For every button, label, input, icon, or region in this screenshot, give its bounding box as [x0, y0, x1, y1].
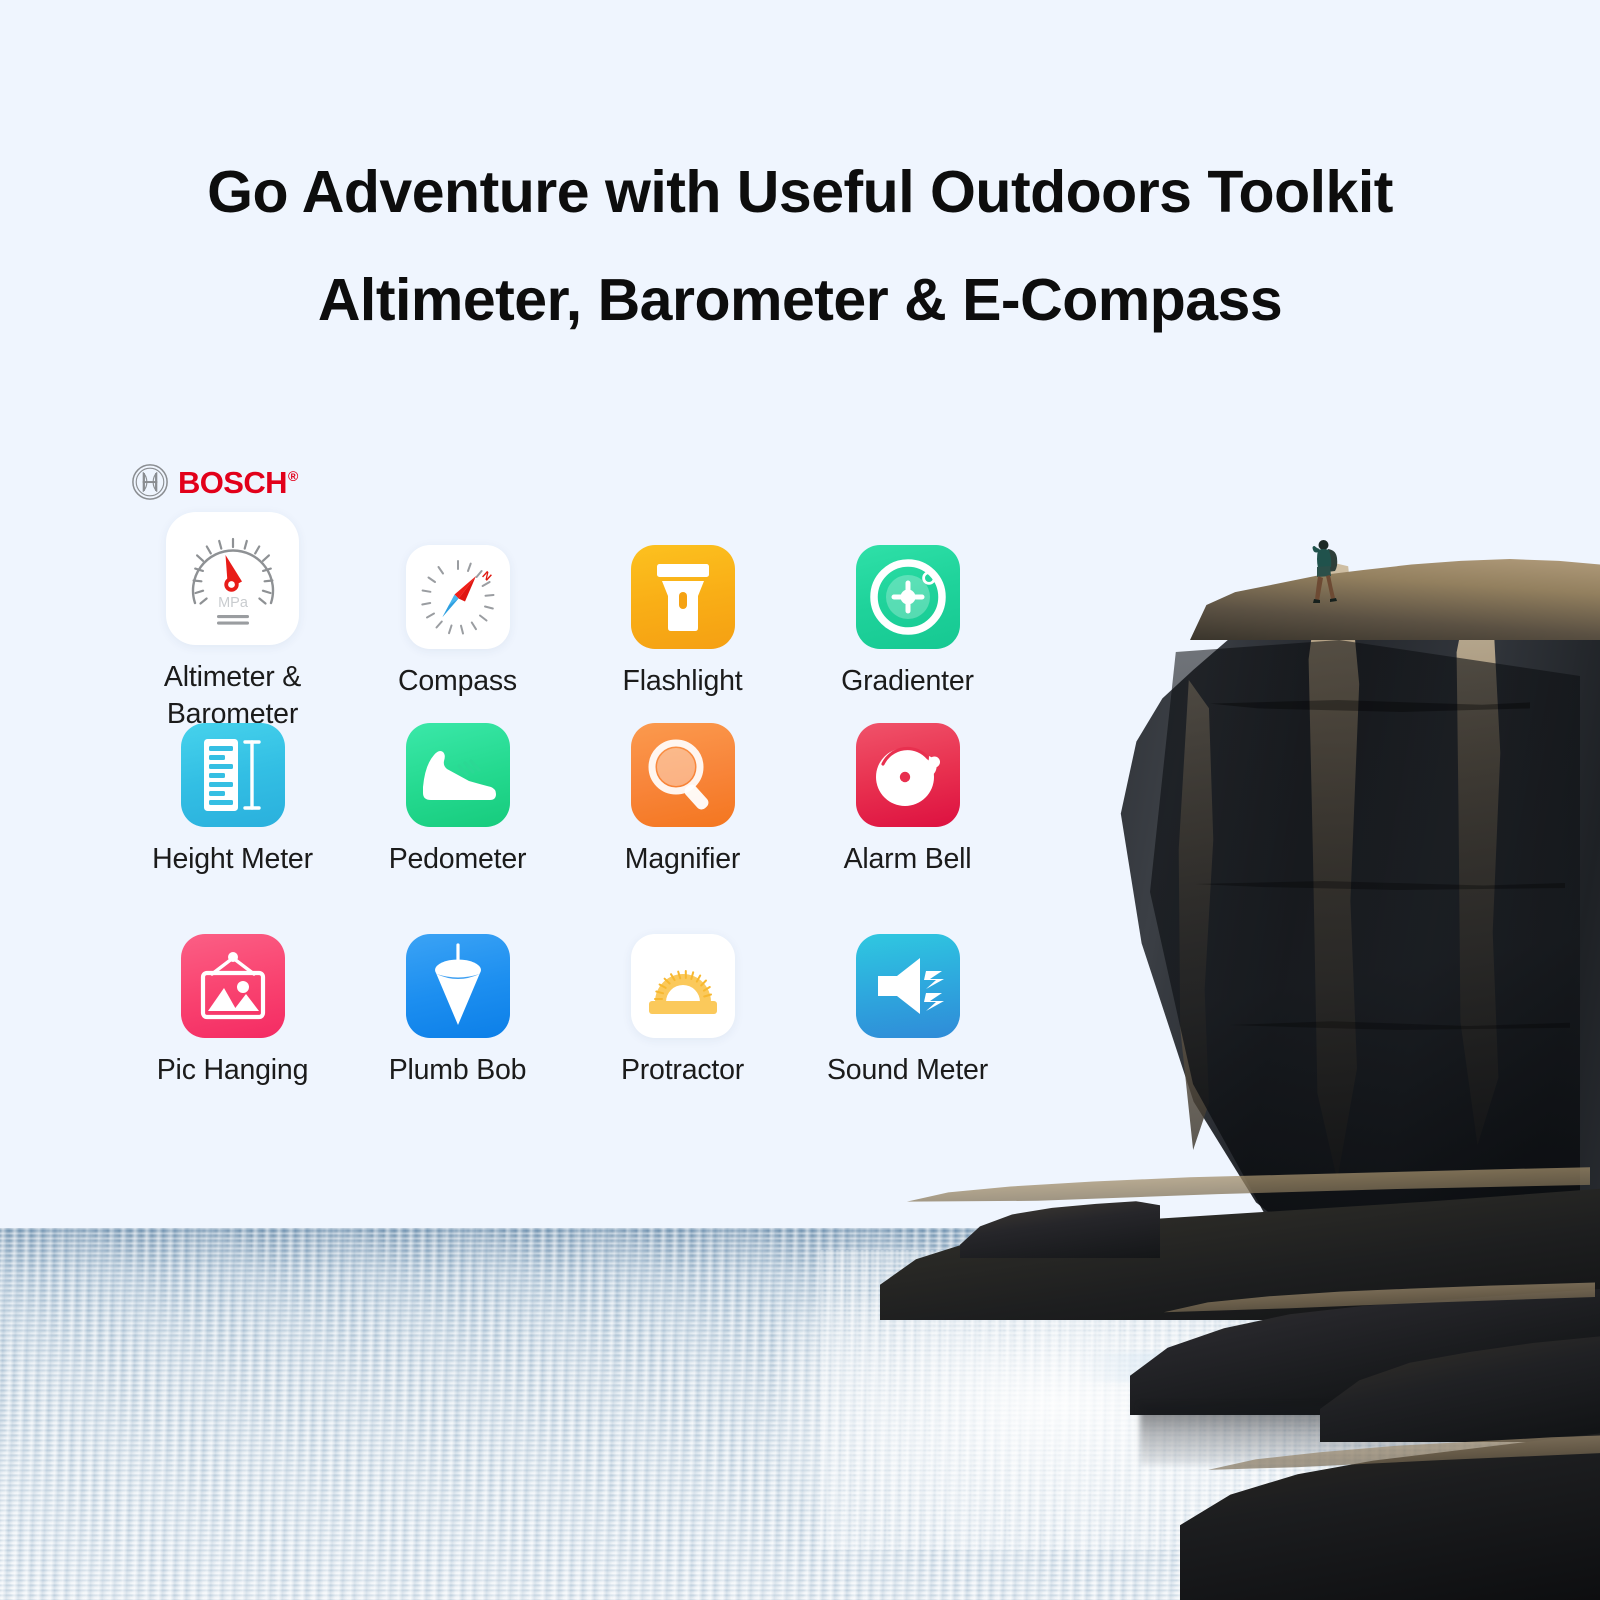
app-row: Pic Hanging Plumb Bob Protractor Sound M…	[120, 934, 1020, 1145]
app-cell-alarm-bell[interactable]: Alarm Bell	[795, 723, 1020, 878]
cliff-crack	[1210, 700, 1530, 712]
app-label: Compass	[398, 665, 517, 697]
water-speckle	[820, 1250, 1520, 1550]
title-line-1: Go Adventure with Useful Outdoors Toolki…	[207, 159, 1393, 225]
cliff-top-rim	[1190, 559, 1600, 640]
app-cell-compass[interactable]: N Compass	[345, 512, 570, 700]
plumb-bob-icon	[434, 943, 481, 1025]
alarm-bell-icon	[875, 746, 940, 806]
app-label: Alarm Bell	[843, 843, 972, 875]
app-tile[interactable]	[855, 545, 960, 649]
gauge-barometer-icon: MPa	[191, 537, 274, 625]
ocean-water	[0, 1228, 1600, 1600]
app-label: Magnifier	[624, 843, 741, 875]
foreground-rock-small	[1320, 1336, 1600, 1442]
app-label: Pedometer	[388, 843, 527, 875]
compass-icon: N	[420, 560, 494, 635]
cliff-crack	[1195, 881, 1565, 890]
app-cell-gradienter[interactable]: Gradienter	[795, 512, 1020, 700]
app-tile[interactable]	[180, 723, 285, 827]
app-tile[interactable]	[630, 723, 735, 827]
app-label: Sound Meter	[827, 1054, 988, 1086]
app-cell-protractor[interactable]: Protractor	[570, 934, 795, 1089]
title-line-2: Altimeter, Barometer & E-Compass	[317, 267, 1283, 333]
app-cell-pedometer[interactable]: Pedometer	[345, 723, 570, 878]
picture-frame-hanging-icon	[200, 952, 265, 1020]
app-cell-magnifier[interactable]: Magnifier	[570, 723, 795, 878]
cliff-shadow	[1150, 640, 1580, 1240]
bosch-armature-icon	[132, 464, 168, 500]
app-row: MPa Altimeter & Barometer N Compass Flas…	[120, 512, 1020, 730]
rock-water-reflection	[1140, 1405, 1580, 1465]
app-cell-sound-meter[interactable]: Sound Meter	[795, 934, 1020, 1089]
app-label: Pic Hanging	[156, 1054, 309, 1086]
app-label: Plumb Bob	[388, 1054, 527, 1086]
app-tile[interactable]: MPa	[166, 512, 299, 645]
app-tile[interactable]	[855, 723, 960, 827]
bosch-logo: BOSCH®	[131, 462, 298, 502]
bosch-name: BOSCH	[178, 464, 288, 500]
water-streak	[1080, 1352, 1600, 1382]
svg-text:MPa: MPa	[218, 595, 249, 611]
cliff-rock-main	[1120, 561, 1600, 1260]
speaker-sound-icon	[877, 958, 944, 1014]
ruler-height-icon	[203, 739, 261, 811]
app-tile[interactable]	[405, 934, 510, 1038]
cliff-crack	[1230, 1021, 1570, 1030]
app-label: Height Meter	[152, 843, 313, 875]
page-title: Go Adventure with Useful Outdoors Toolki…	[0, 138, 1600, 354]
app-tile[interactable]	[855, 934, 960, 1038]
app-tile[interactable]	[630, 545, 735, 649]
magnifying-glass-icon	[648, 739, 708, 810]
sneaker-shoe-icon	[422, 751, 496, 800]
app-cell-height-meter[interactable]: Height Meter	[120, 723, 345, 878]
app-label: Gradienter	[841, 665, 974, 697]
app-cell-plumb-bob[interactable]: Plumb Bob	[345, 934, 570, 1089]
registered-mark: ®	[287, 468, 298, 485]
cliff-highlight-far-left	[1178, 680, 1214, 1150]
shore-rock-ledge	[880, 1188, 1600, 1320]
cliff-highlight-left	[1308, 560, 1360, 1180]
hiker-silhouette-icon	[1312, 540, 1338, 603]
bosch-wordmark: BOSCH®	[178, 467, 298, 498]
app-label: Altimeter & Barometer	[163, 661, 302, 730]
app-cell-altimeter-barometer[interactable]: MPa Altimeter & Barometer	[120, 512, 345, 733]
app-icon-grid: MPa Altimeter & Barometer N Compass Flas…	[120, 512, 1020, 1145]
sun-glitter	[780, 1300, 1400, 1560]
shore-rock-highlight	[906, 1167, 1590, 1202]
app-tile[interactable]: N	[405, 545, 510, 649]
app-label: Flashlight	[622, 665, 743, 697]
app-cell-pic-hanging[interactable]: Pic Hanging	[120, 934, 345, 1089]
poster-root: Go Adventure with Useful Outdoors Toolki…	[0, 0, 1600, 1600]
app-label: Protractor	[620, 1054, 745, 1086]
app-tile[interactable]	[630, 934, 735, 1038]
app-cell-flashlight[interactable]: Flashlight	[570, 512, 795, 700]
midground-rock-highlight	[1163, 1282, 1595, 1313]
app-tile[interactable]	[405, 723, 510, 827]
foreground-rock	[1180, 1433, 1600, 1600]
app-tile[interactable]	[180, 934, 285, 1038]
midground-rock	[1130, 1289, 1600, 1415]
flashlight-icon	[656, 564, 709, 631]
protractor-icon	[648, 970, 717, 1014]
foreground-rock-highlight	[1208, 1435, 1600, 1470]
app-row: Height Meter Pedometer Magnifier Alarm B…	[120, 723, 1020, 934]
cliff-highlight-right	[1456, 585, 1501, 1145]
bubble-level-target-icon	[869, 559, 946, 635]
shore-rock-small	[960, 1201, 1160, 1258]
